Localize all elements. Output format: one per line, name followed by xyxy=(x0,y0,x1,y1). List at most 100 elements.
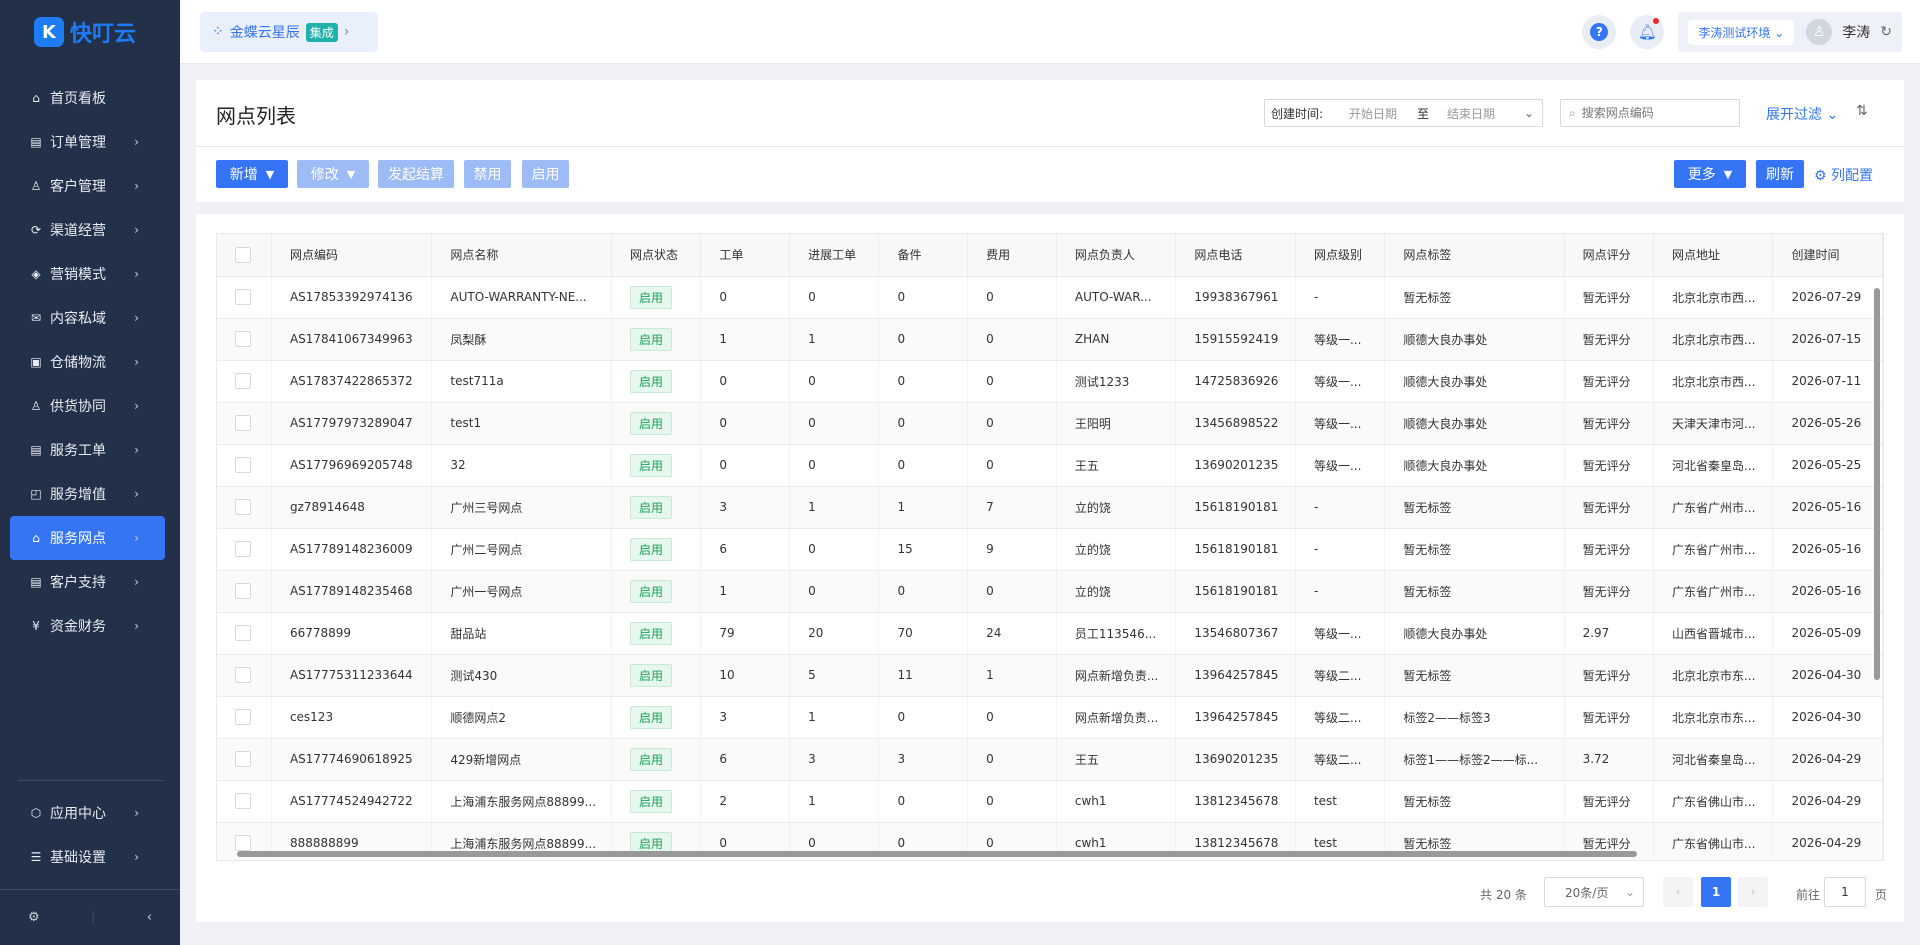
sidebar-item-4[interactable]: ◈ 营销模式 › xyxy=(10,252,165,296)
table-row[interactable]: AS17774524942722 上海浦东服务网点88899... 启用 2 1 0 0 cw… xyxy=(217,780,1883,823)
row-checkbox[interactable] xyxy=(235,709,251,725)
search-input[interactable] xyxy=(1581,106,1722,120)
column-header[interactable]: 网点状态 xyxy=(611,234,702,277)
theme-icon[interactable]: ⚙ xyxy=(28,910,40,925)
search-box[interactable]: ⌕ xyxy=(1560,99,1740,127)
help-button[interactable]: ? xyxy=(1582,15,1617,49)
row-checkbox[interactable] xyxy=(235,457,251,473)
notification-button[interactable]: 🔔︎ xyxy=(1630,15,1665,49)
table-cell: 13964257845 xyxy=(1175,654,1296,697)
add-button[interactable]: 新增 ▼ xyxy=(216,160,288,188)
table-cell: 15618190181 xyxy=(1175,570,1296,613)
refresh-button[interactable]: 刷新 xyxy=(1756,160,1804,188)
sidebar-item-10[interactable]: ⌂ 服务网点 › xyxy=(10,516,165,560)
enable-button[interactable]: 启用 xyxy=(522,160,569,188)
column-header[interactable]: 网点负责人 xyxy=(1056,234,1177,277)
sidebar-item-9[interactable]: ◰ 服务增值 › xyxy=(10,472,165,516)
settle-button[interactable]: 发起结算 xyxy=(378,160,454,188)
column-header[interactable]: 备件 xyxy=(878,234,969,277)
row-checkbox[interactable] xyxy=(235,373,251,389)
table-row[interactable]: AS17789148235468 广州一号网点 启用 1 0 0 0 立的饶 156181901… xyxy=(217,570,1883,613)
expand-filter-button[interactable]: 展开过滤 ⌄ xyxy=(1766,104,1838,124)
row-checkbox[interactable] xyxy=(235,667,251,683)
date-end[interactable]: 结束日期 xyxy=(1447,105,1515,122)
row-checkbox[interactable] xyxy=(235,583,251,599)
user-menu[interactable]: 李涛测试环境 ⌄ ♙ 李涛 ↻ xyxy=(1678,12,1902,52)
column-header[interactable]: 网点标签 xyxy=(1384,234,1565,277)
prev-page-button[interactable]: ‹ xyxy=(1663,877,1693,907)
sidebar-item-11[interactable]: ▤ 客户支持 › xyxy=(10,560,165,604)
table-row[interactable]: AS17796969205748 32 启用 0 0 0 0 王五 13690201235 等级一… xyxy=(217,444,1883,487)
row-checkbox[interactable] xyxy=(235,415,251,431)
row-checkbox[interactable] xyxy=(235,541,251,557)
table-row[interactable]: 66778899 甜品站 启用 79 20 70 24 员工113546... 13546807… xyxy=(217,612,1883,655)
row-checkbox[interactable] xyxy=(235,625,251,641)
column-header[interactable]: 工单 xyxy=(700,234,791,277)
vertical-scrollbar[interactable] xyxy=(1873,276,1881,856)
table-row[interactable]: AS17774690618925 429新增网点 启用 6 3 3 0 王五 136902012… xyxy=(217,738,1883,781)
sidebar-item-1[interactable]: ▤ 订单管理 › xyxy=(10,120,165,164)
tenant-switcher[interactable]: ⁘ 金蝶云星辰 集成 › xyxy=(200,12,378,52)
date-start[interactable]: 开始日期 xyxy=(1349,105,1417,122)
row-checkbox[interactable] xyxy=(235,835,251,851)
table-cell: 广州一号网点 xyxy=(431,570,612,613)
scroll-thumb[interactable] xyxy=(237,851,1637,857)
column-header[interactable]: 费用 xyxy=(967,234,1057,277)
disable-button[interactable]: 禁用 xyxy=(464,160,511,188)
table-row[interactable]: AS17837422865372 test711a 启用 0 0 0 0 测试1233 1472… xyxy=(217,360,1883,403)
sidebar-item-5[interactable]: ✉ 内容私域 › xyxy=(10,296,165,340)
row-select-cell xyxy=(217,402,272,445)
more-button[interactable]: 更多 ▼ xyxy=(1674,160,1746,188)
column-header[interactable]: 进展工单 xyxy=(789,234,880,277)
sidebar-item-3[interactable]: ⟳ 渠道经营 › xyxy=(10,208,165,252)
date-range-picker[interactable]: 创建时间: 开始日期 至 结束日期 ⌄ xyxy=(1264,99,1543,127)
next-page-button[interactable]: › xyxy=(1738,877,1768,907)
sidebar-bottom-item-0[interactable]: ⬡ 应用中心 › xyxy=(10,791,165,835)
column-header[interactable]: 网点评分 xyxy=(1564,234,1654,277)
column-header[interactable]: 网点地址 xyxy=(1653,234,1774,277)
refresh-icon[interactable]: ↻ xyxy=(1880,24,1892,40)
avatar[interactable]: ♙ xyxy=(1806,19,1833,45)
user-name: 李涛 xyxy=(1842,25,1871,41)
row-checkbox[interactable] xyxy=(235,793,251,809)
collapse-sidebar-icon[interactable]: ‹ xyxy=(147,910,152,925)
brand-logo[interactable]: K 快叮云 xyxy=(0,0,180,64)
goto-page-input[interactable]: 1 xyxy=(1824,877,1866,907)
sort-icon[interactable]: ⇅ xyxy=(1856,103,1868,119)
select-all-checkbox[interactable] xyxy=(235,246,251,263)
column-header[interactable]: 创建时间 xyxy=(1772,234,1883,277)
sidebar-item-2[interactable]: ♙ 客户管理 › xyxy=(10,164,165,208)
sidebar-item-7[interactable]: ♙ 供货协同 › xyxy=(10,384,165,428)
edit-button[interactable]: 修改 ▼ xyxy=(297,160,369,188)
row-checkbox[interactable] xyxy=(235,499,251,515)
table-row[interactable]: AS17789148236009 广州二号网点 启用 6 0 15 9 立的饶 15618190… xyxy=(217,528,1883,571)
table-row[interactable]: AS17775311233644 测试430 启用 10 5 11 1 网点新增负责... 13… xyxy=(217,654,1883,697)
page-size-select[interactable]: 20条/页 ⌄ xyxy=(1544,877,1644,907)
column-header[interactable]: 网点编码 xyxy=(271,234,433,277)
table-cell: 立的饶 xyxy=(1056,486,1177,529)
table-row[interactable]: AS17853392974136 AUTO-WARRANTY-NE... 启用 0 0 0… xyxy=(217,276,1883,319)
column-header[interactable]: 网点名称 xyxy=(431,234,612,277)
sidebar-item-8[interactable]: ▤ 服务工单 › xyxy=(10,428,165,472)
row-checkbox[interactable] xyxy=(235,331,251,347)
sidebar-item-6[interactable]: ▣ 仓储物流 › xyxy=(10,340,165,384)
column-config-button[interactable]: ⚙ 列配置 xyxy=(1814,165,1873,185)
table-row[interactable]: gz78914648 广州三号网点 启用 3 1 1 7 立的饶 15618190181- 暂无标… xyxy=(217,486,1883,529)
table-cell: test1 xyxy=(431,402,612,445)
table-row[interactable]: AS17797973289047 test1 启用 0 0 0 0 王阳明 1345689852… xyxy=(217,402,1883,445)
sidebar-item-12[interactable]: ¥ 资金财务 › xyxy=(10,604,165,648)
page-number[interactable]: 1 xyxy=(1701,877,1731,907)
table-row[interactable]: ces123 顺德网点2 启用 3 1 0 0 网点新增负责... 13964257845 等级二… xyxy=(217,696,1883,739)
table-cell: 暂无标签 xyxy=(1384,528,1565,571)
column-header[interactable]: 网点电话 xyxy=(1175,234,1296,277)
table-cell: 1 xyxy=(789,696,880,739)
horizontal-scrollbar[interactable] xyxy=(229,850,1869,858)
row-checkbox[interactable] xyxy=(235,751,251,767)
column-header[interactable]: 网点级别 xyxy=(1295,234,1386,277)
sidebar-bottom-item-1[interactable]: ☰ 基础设置 › xyxy=(10,835,165,879)
sidebar-item-0[interactable]: ⌂ 首页看板 xyxy=(10,76,165,120)
table-row[interactable]: AS17841067349963 凤梨酥 启用 1 1 0 0 ZHAN 15915592419… xyxy=(217,318,1883,361)
env-selector[interactable]: 李涛测试环境 ⌄ xyxy=(1688,19,1795,45)
scroll-thumb[interactable] xyxy=(1874,288,1880,680)
row-checkbox[interactable] xyxy=(235,289,251,305)
